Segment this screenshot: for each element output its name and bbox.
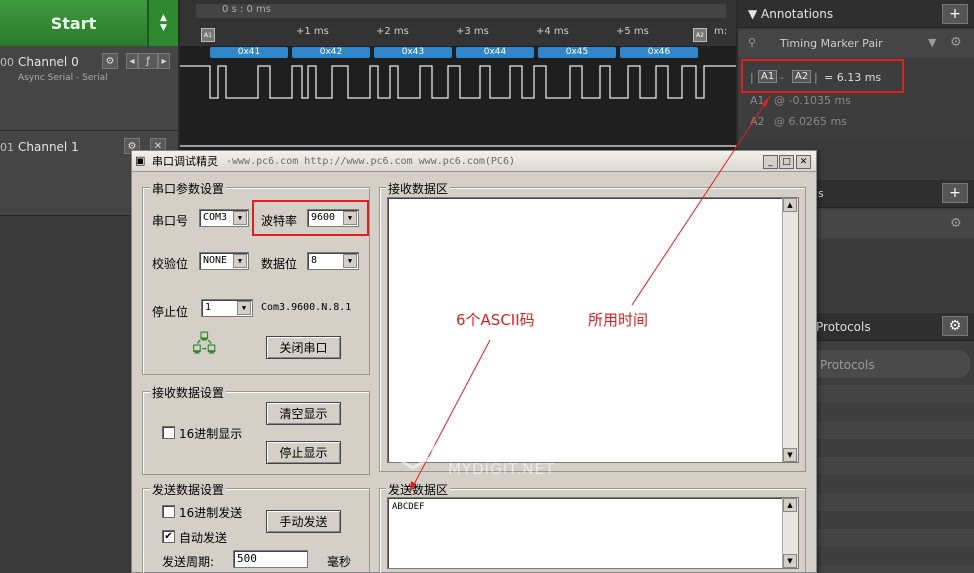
ascii-annotation: 6个ASCII码 xyxy=(456,311,535,329)
annotation-arrows xyxy=(409,95,771,493)
watermark-text: 数码之家 xyxy=(446,428,566,463)
time-annotation: 所用时间 xyxy=(588,311,649,329)
watermark-url: MYDIGIT.NET xyxy=(448,460,556,478)
watermark-logo xyxy=(391,422,435,470)
